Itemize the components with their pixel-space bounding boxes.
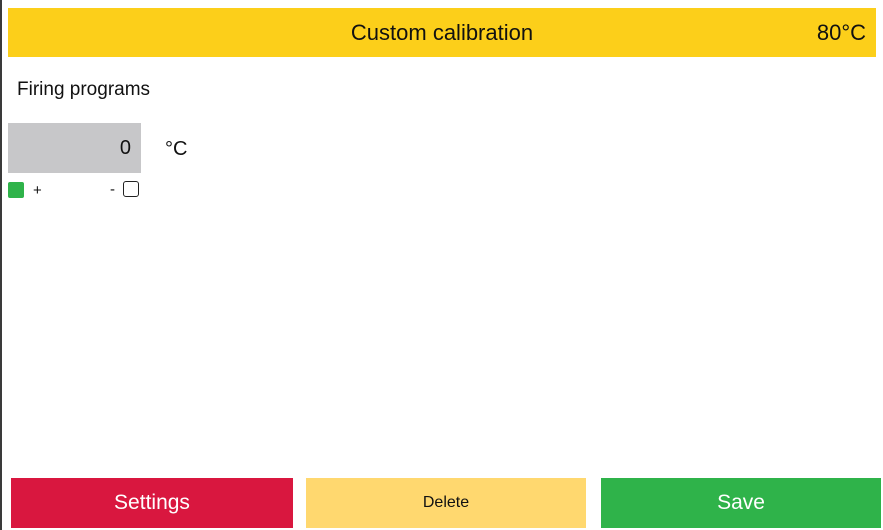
header-bar: Custom calibration 80°C xyxy=(8,8,876,57)
calibration-value-input[interactable] xyxy=(8,123,141,173)
settings-button[interactable]: Settings xyxy=(11,478,293,528)
section-label: Firing programs xyxy=(17,79,151,100)
current-temperature: 80°C xyxy=(816,20,866,45)
page-title: Custom calibration xyxy=(350,20,534,45)
delete-button[interactable]: Delete xyxy=(306,478,586,528)
unit-label: °C xyxy=(165,138,188,160)
minus-checkbox[interactable] xyxy=(123,181,139,197)
plus-checkbox[interactable] xyxy=(8,182,24,198)
left-border xyxy=(0,0,2,530)
minus-label: - xyxy=(110,181,115,198)
save-button[interactable]: Save xyxy=(601,478,881,528)
plus-label: + xyxy=(33,182,42,199)
